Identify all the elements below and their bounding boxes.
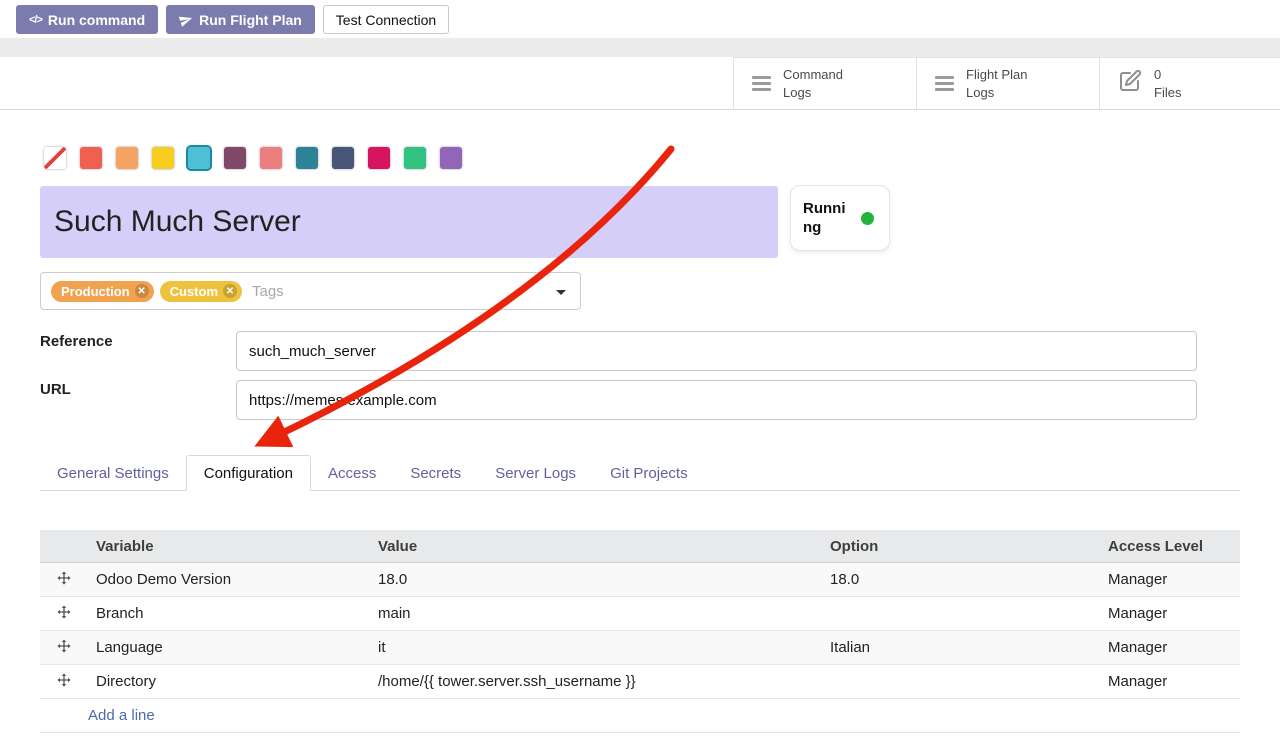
access-cell[interactable]: Manager [1100,665,1240,699]
swatch-red[interactable] [80,147,102,169]
tab-server-logs[interactable]: Server Logs [478,455,593,491]
test-connection-label: Test Connection [336,12,436,28]
run-flight-plan-label: Run Flight Plan [199,12,302,28]
edit-pencil-icon [1118,69,1142,98]
drag-handle-icon[interactable] [40,665,88,699]
list-icon [935,76,954,91]
server-name-input[interactable] [40,186,778,258]
variable-cell[interactable]: Language [88,631,370,665]
tag-production-label: Production [61,284,130,299]
status-label: Running [803,199,853,238]
test-connection-button[interactable]: Test Connection [323,5,449,34]
tab-git-projects[interactable]: Git Projects [593,455,705,491]
tag-custom[interactable]: Custom ✕ [160,281,242,302]
value-cell[interactable]: main [370,597,822,631]
access-cell[interactable]: Manager [1100,563,1240,597]
option-cell[interactable]: 18.0 [822,563,1100,597]
swatch-orange[interactable] [116,147,138,169]
drag-handle-icon[interactable] [40,597,88,631]
swatch-magenta[interactable] [368,147,390,169]
swatch-salmon[interactable] [260,147,282,169]
tab-general-settings[interactable]: General Settings [40,455,186,491]
table-header-row: Variable Value Option Access Level [40,530,1240,563]
handle-column-header [40,530,88,563]
variable-column-header: Variable [88,530,370,563]
variable-cell[interactable]: Branch [88,597,370,631]
table-row[interactable]: Language it Italian Manager [40,631,1240,665]
add-line-row: Add a line [40,699,1240,733]
tab-secrets[interactable]: Secrets [393,455,478,491]
option-column-header: Option [822,530,1100,563]
url-input[interactable] [236,380,1197,420]
swatch-teal[interactable] [296,147,318,169]
command-logs-button[interactable]: Command Logs [733,58,916,109]
access-cell[interactable]: Manager [1100,631,1240,665]
paper-plane-icon [177,11,195,29]
flight-plan-logs-label: Flight Plan Logs [966,66,1052,101]
remove-tag-icon[interactable]: ✕ [223,284,237,298]
flight-plan-logs-button[interactable]: Flight Plan Logs [916,58,1099,109]
tab-access[interactable]: Access [311,455,393,491]
access-cell[interactable]: Manager [1100,597,1240,631]
drag-handle-icon[interactable] [40,563,88,597]
code-icon: </> [29,14,42,26]
variables-table: Variable Value Option Access Level Odoo … [40,530,1240,733]
swatch-navy[interactable] [332,147,354,169]
run-flight-plan-button[interactable]: Run Flight Plan [166,5,315,34]
variable-cell[interactable]: Directory [88,665,370,699]
option-cell[interactable] [822,665,1100,699]
remove-tag-icon[interactable]: ✕ [135,284,149,298]
tag-custom-label: Custom [170,284,218,299]
tags-placeholder: Tags [252,283,284,300]
value-cell[interactable]: 18.0 [370,563,822,597]
tag-production[interactable]: Production ✕ [51,281,154,302]
files-label: Files [1154,84,1181,102]
swatch-no-color[interactable] [44,147,66,169]
stat-band: Command Logs Flight Plan Logs 0 Files [0,57,1280,110]
stat-button-group: Command Logs Flight Plan Logs 0 Files [733,57,1280,109]
swatch-violet[interactable] [440,147,462,169]
list-icon [752,76,771,91]
reference-input[interactable] [236,331,1197,371]
access-column-header: Access Level [1100,530,1240,563]
server-form-page: </> Run command Run Flight Plan Test Con… [0,0,1280,742]
separator-strip [0,38,1280,57]
files-button[interactable]: 0 Files [1099,58,1280,109]
add-a-line-link[interactable]: Add a line [88,707,155,724]
status-running-dot [861,212,874,225]
variable-cell[interactable]: Odoo Demo Version [88,563,370,597]
value-column-header: Value [370,530,822,563]
url-label: URL [40,381,71,398]
files-count: 0 [1154,66,1181,84]
tab-configuration[interactable]: Configuration [186,455,311,491]
swatch-dark-purple[interactable] [224,147,246,169]
drag-handle-icon[interactable] [40,631,88,665]
swatch-yellow[interactable] [152,147,174,169]
value-cell[interactable]: /home/{{ tower.server.ssh_username }} [370,665,822,699]
table-row[interactable]: Branch main Manager [40,597,1240,631]
reference-label: Reference [40,333,113,350]
action-buttons: </> Run command Run Flight Plan Test Con… [16,5,449,34]
color-swatch-row [44,147,462,169]
notebook-tabs: General Settings Configuration Access Se… [40,455,1240,491]
command-logs-label: Command Logs [783,66,869,101]
files-count-label: 0 Files [1154,66,1181,101]
table-row[interactable]: Odoo Demo Version 18.0 18.0 Manager [40,563,1240,597]
tags-input[interactable]: Production ✕ Custom ✕ Tags [40,272,581,310]
option-cell[interactable] [822,597,1100,631]
top-action-bar: </> Run command Run Flight Plan Test Con… [0,0,1280,38]
status-widget[interactable]: Running [790,185,890,251]
value-cell[interactable]: it [370,631,822,665]
run-command-button[interactable]: </> Run command [16,5,158,34]
swatch-green[interactable] [404,147,426,169]
dropdown-caret-icon[interactable] [556,290,566,295]
table-row[interactable]: Directory /home/{{ tower.server.ssh_user… [40,665,1240,699]
run-command-label: Run command [48,12,145,28]
option-cell[interactable]: Italian [822,631,1100,665]
swatch-cyan[interactable] [188,147,210,169]
